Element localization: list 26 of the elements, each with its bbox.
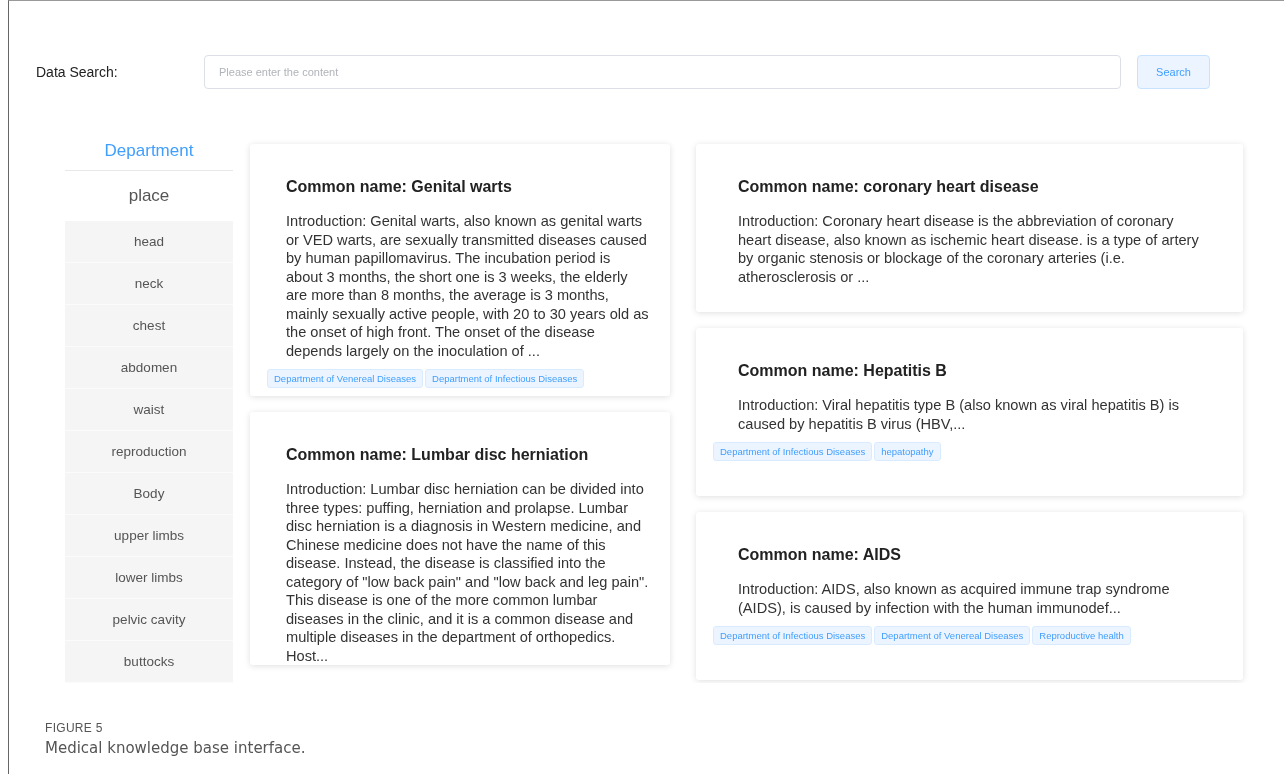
search-field[interactable]: Please enter the content [204,54,1121,89]
sidebar-item[interactable]: Body [65,473,233,515]
card-title: Common name: Lumbar disc herniation [285,446,590,464]
sidebar-item[interactable]: lower limbs [65,557,233,599]
sidebar-item[interactable]: chest [65,305,233,347]
card-title: Common name: Hepatitis B [737,362,948,380]
sidebar-item[interactable]: upper limbs [65,515,233,557]
card-intro: Introduction: Viral hepatitis type B (also known as viral hepatitis B) is caused by hepatitis B virus (HBV,... [737,396,1180,433]
figure-caption: Medical knowledge base interface. [45,739,307,757]
sidebar-item[interactable]: pelvic cavity [65,599,233,641]
sidebar-item[interactable]: head [65,221,233,263]
sidebar-item[interactable]: waist [65,389,233,431]
sidebar-tab[interactable]: place [65,171,233,221]
card-intro: Introduction: AIDS, also known as acquired immune trap syndrome (AIDS), is caused by infection with the human immunodef... [737,580,1171,617]
card-title: Common name: AIDS [737,546,902,564]
card-title: Common name: Genital warts [285,178,513,196]
card-title: Common name: coronary heart disease [737,178,1040,196]
sidebar-item[interactable]: abdomen [65,347,233,389]
sidebar-item[interactable]: buttocks [65,641,233,683]
figure-label: FIGURE 5 [45,721,104,735]
search-label: Data Search: [36,63,119,80]
sidebar-item[interactable]: reproduction [65,431,233,473]
card-intro: Introduction: Genital warts, also known as genital warts or VED warts, are sexually transmitted diseases caused by human papillomavirus. The incubation period is about 3 months, the short one is 3 weeks, the elderly are more than 8 months, the average is 3 months, mainly sexually active people, with 20 to 30 years old as the onset of high front. The onset of the disease depends largely on the inoculation of ... [285,212,650,360]
card-intro: Introduction: Coronary heart disease is the abbreviation of coronary heart disease, also known as ischemic heart disease. is a type of artery by organic stenosis or blockage of the coronary arteries (i.e. atherosclerosis or ... [737,212,1200,286]
card-intro: Introduction: Lumbar disc herniation can be divided into three types: puffing, herniation and prolapse. Lumbar disc herniation is a diagnosis in Western medicine, and Chinese medicine does not have the name of this disease. Instead, the disease is classified into the category of "low back pain" and "low back and leg pain". This disease is one of the more common lumbar diseases in the clinic, and it is a common disease and multiple diseases in the department of orthopedics. Host... [285,480,650,665]
sidebar-item[interactable]: neck [65,263,233,305]
